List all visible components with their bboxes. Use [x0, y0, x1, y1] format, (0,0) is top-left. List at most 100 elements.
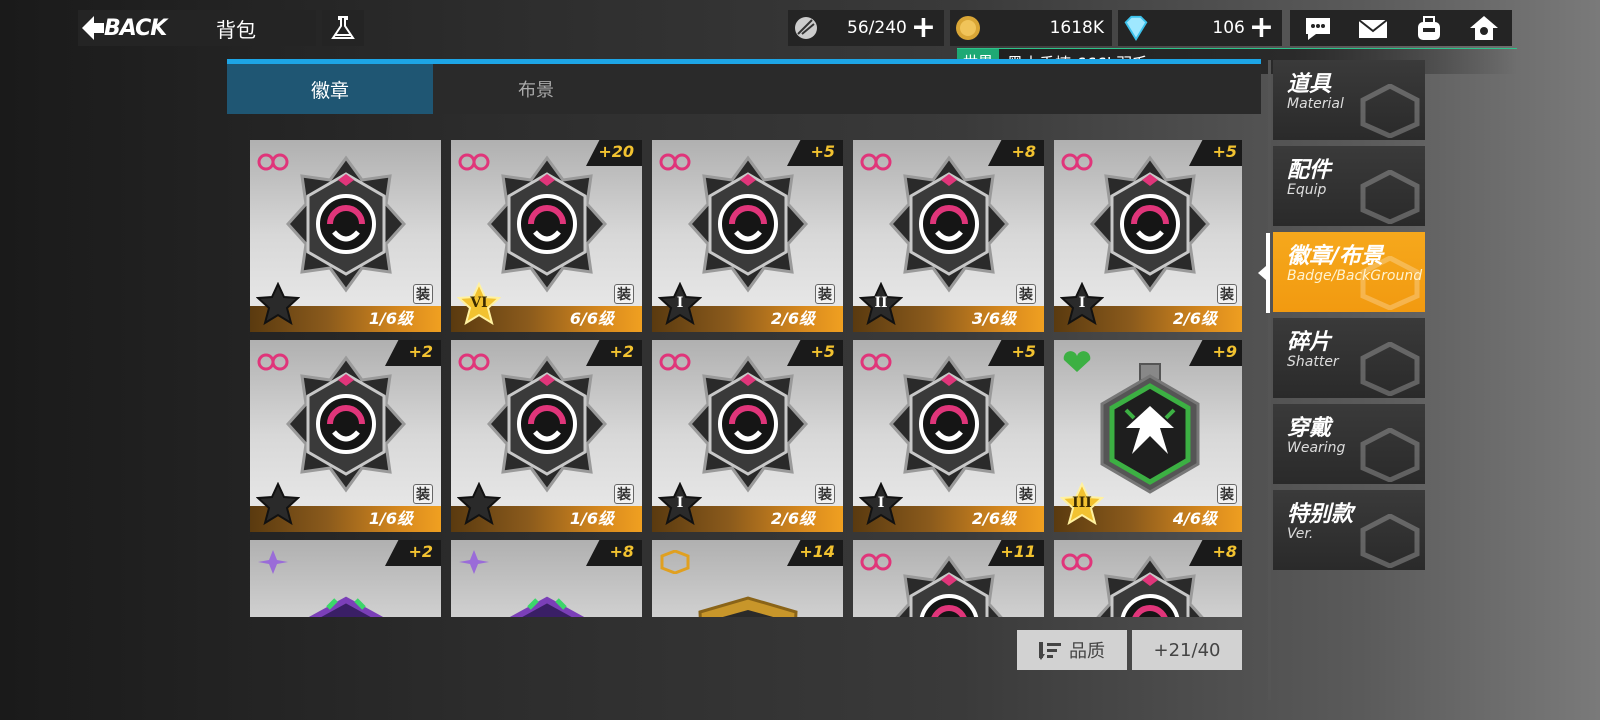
top-icon-bar [1290, 10, 1512, 46]
level-text: 2/6级 [770, 509, 815, 528]
sort-button[interactable]: 品质 [1017, 630, 1127, 670]
badge-card[interactable]: +8 3/6级 II 装 [853, 140, 1044, 332]
level-text: 2/6级 [770, 309, 815, 328]
badge-emblem-icon [486, 154, 608, 294]
level-text: 6/6级 [569, 309, 614, 328]
diamond-box: 106 + [1118, 10, 1282, 46]
tab-bar: 徽章 布景 [227, 59, 1261, 114]
equip-mark: 装 [413, 284, 433, 304]
side-menu-item[interactable]: 特别款 Ver. [1273, 490, 1425, 570]
rank-numeral: I [877, 495, 885, 511]
chat-icon[interactable] [1300, 13, 1336, 43]
equip-mark: 装 [815, 484, 835, 504]
back-button[interactable]: BACK [78, 10, 186, 46]
equip-mark: 装 [1217, 484, 1237, 504]
side-menu-item[interactable]: 配件 Equip [1273, 146, 1425, 226]
side-menu-item[interactable]: 穿戴 Wearing [1273, 404, 1425, 484]
side-menu-sublabel: Ver. [1287, 526, 1314, 542]
badge-emblem-icon [687, 154, 809, 294]
rank-star-icon [256, 482, 300, 526]
equip-mark: 装 [614, 484, 634, 504]
badge-card[interactable]: +8 [1054, 540, 1242, 617]
badge-emblem-icon [888, 154, 1010, 294]
equip-mark: 装 [1217, 284, 1237, 304]
bonus-value: +8 [1011, 142, 1036, 161]
equip-mark: 装 [815, 284, 835, 304]
side-divider [1268, 60, 1271, 700]
home-icon[interactable] [1466, 13, 1502, 43]
flask-button[interactable] [322, 10, 364, 46]
badge-card[interactable]: +5 2/6级 I 装 [652, 140, 843, 332]
sort-label: 品质 [1069, 641, 1105, 662]
badge-card[interactable]: +11 [853, 540, 1044, 617]
bonus-value: +11 [1000, 542, 1036, 561]
gold-box: 1618K [950, 10, 1112, 46]
badge-card[interactable]: +5 2/6级 I 装 [853, 340, 1044, 532]
pink-type-icon [457, 150, 491, 174]
side-menu-decor-icon [1359, 427, 1421, 483]
tab-background[interactable]: 布景 [433, 64, 639, 114]
rank-star-icon [457, 482, 501, 526]
bonus-value: +5 [1212, 142, 1237, 161]
badge-emblem-icon [1090, 354, 1210, 494]
back-label: BACK [104, 15, 167, 41]
badge-emblem-icon [688, 560, 808, 617]
rank-star-icon: III [1060, 482, 1104, 526]
pink-type-icon [1060, 550, 1094, 574]
bonus-value: +5 [810, 142, 835, 161]
badge-emblem-icon [487, 560, 607, 617]
rank-star-icon: I [658, 482, 702, 526]
equip-mark: 装 [413, 484, 433, 504]
bonus-value: +5 [1011, 342, 1036, 361]
side-menu-decor-icon [1359, 83, 1421, 139]
rank-star-icon: I [859, 482, 903, 526]
side-menu-item[interactable]: 道具 Material [1273, 60, 1425, 140]
badge-card[interactable]: +5 2/6级 I 装 [1054, 140, 1242, 332]
badge-card[interactable]: +5 2/6级 I 装 [652, 340, 843, 532]
pink-type-icon [658, 350, 692, 374]
stamina-box: 56/240 + [788, 10, 944, 46]
pink-type-icon [256, 350, 290, 374]
level-text: 2/6级 [971, 509, 1016, 528]
backpack-icon[interactable] [1411, 13, 1447, 43]
badge-emblem-icon [687, 354, 809, 494]
level-text: 1/6级 [569, 509, 614, 528]
badge-grid: 1/6级装 +20 6/6级 VI 装 +5 2/6级 I 装 +8 3/6级 II 装 +5 2/… [250, 140, 1242, 617]
badge-card[interactable]: +2 1/6级装 [451, 340, 642, 532]
bonus-value: +14 [799, 542, 835, 561]
pink-type-icon [859, 150, 893, 174]
rank-star-icon [256, 282, 300, 326]
tab-badge[interactable]: 徽章 [227, 64, 433, 114]
green-type-icon [1060, 350, 1094, 374]
badge-card[interactable]: 1/6级装 [250, 140, 441, 332]
rank-numeral: I [1078, 295, 1086, 311]
side-menu-label: 碎片 [1287, 330, 1332, 355]
badge-card[interactable]: +2 1/6级装 [250, 340, 441, 532]
side-active-indicator [1266, 233, 1270, 313]
side-menu-item[interactable]: 碎片 Shatter [1273, 318, 1425, 398]
badge-card[interactable]: +8 [451, 540, 642, 617]
side-menu-sublabel: Equip [1287, 182, 1327, 198]
badge-card[interactable]: +2 [250, 540, 441, 617]
bonus-value: +8 [1212, 542, 1237, 561]
badge-card[interactable]: +9 4/6级 III 装 [1054, 340, 1242, 532]
side-menu-decor-icon [1359, 169, 1421, 225]
mail-icon[interactable] [1355, 13, 1391, 43]
coin-icon [954, 14, 982, 42]
side-menu-label: 配件 [1287, 158, 1332, 183]
side-menu-sublabel: Wearing [1287, 440, 1346, 456]
side-menu-decor-icon [1359, 513, 1421, 569]
top-left-bar: BACK 背包 [78, 10, 316, 46]
diamond-add-button[interactable]: + [1249, 13, 1274, 43]
side-menu-item[interactable]: 徽章/布景 Badge/BackGround [1273, 232, 1425, 312]
stamina-add-button[interactable]: + [911, 13, 936, 43]
pink-type-icon [1060, 150, 1094, 174]
badge-emblem-icon [285, 154, 407, 294]
badge-card[interactable]: +20 6/6级 VI 装 [451, 140, 642, 332]
badge-card[interactable]: +14 [652, 540, 843, 617]
rank-star-icon: I [658, 282, 702, 326]
level-text: 2/6级 [1172, 309, 1217, 328]
bonus-value: +2 [408, 342, 433, 361]
pink-type-icon [457, 350, 491, 374]
capacity-button[interactable]: +21/40 [1132, 630, 1242, 670]
